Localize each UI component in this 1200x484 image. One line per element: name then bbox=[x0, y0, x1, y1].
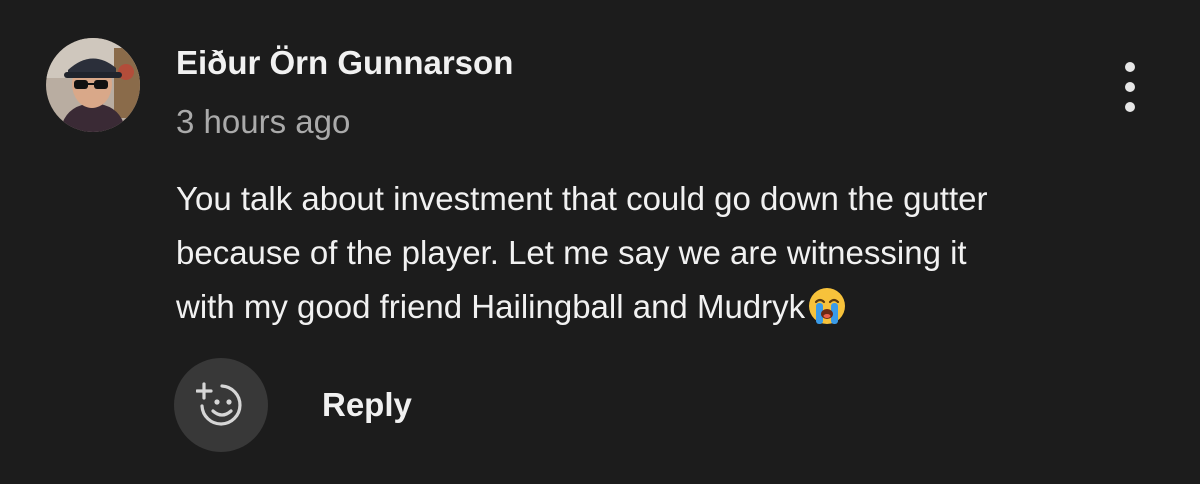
more-options-button[interactable] bbox=[1104, 56, 1156, 118]
comment-text-line-last: with my good friend Hailingball and Mudr… bbox=[176, 280, 1166, 334]
add-reaction-button[interactable] bbox=[174, 358, 268, 452]
comment-text-line: because of the player. Let me say we are… bbox=[176, 234, 967, 271]
avatar[interactable] bbox=[46, 38, 140, 132]
comment-timestamp: 3 hours ago bbox=[176, 103, 351, 140]
loudly-crying-face-emoji-icon bbox=[807, 286, 847, 326]
add-reaction-icon bbox=[196, 382, 242, 426]
comment-text: You talk about investment that could go … bbox=[176, 172, 1166, 334]
comment-card: Eiður Örn Gunnarson 3 hours ago You talk… bbox=[0, 0, 1200, 484]
comment-text-line: You talk about investment that could go … bbox=[176, 180, 988, 217]
comment-author[interactable]: Eiður Örn Gunnarson bbox=[176, 44, 513, 82]
comment-text-line: with my good friend Hailingball and Mudr… bbox=[176, 288, 806, 325]
avatar-image bbox=[46, 38, 140, 132]
reply-button[interactable]: Reply bbox=[306, 374, 428, 436]
